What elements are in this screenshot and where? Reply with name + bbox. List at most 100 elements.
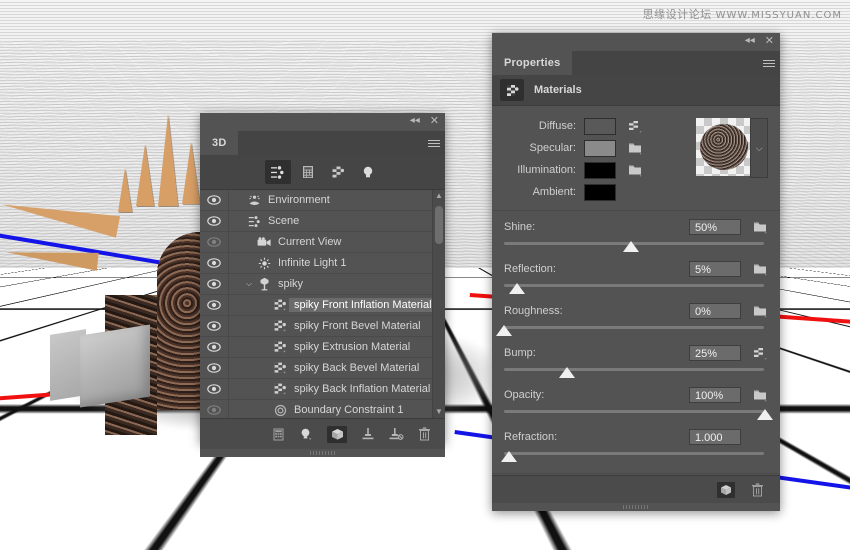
material-slider-value[interactable]: 50% — [689, 219, 741, 235]
scene-tree-row[interactable]: spiky Front Inflation Material — [200, 295, 445, 316]
material-slider-thumb[interactable] — [757, 409, 774, 420]
material-slider-thumb[interactable] — [509, 283, 526, 294]
material-slider-value[interactable]: 5% — [689, 261, 741, 277]
material-slider-track[interactable] — [504, 326, 764, 329]
scene-tree-row-body[interactable]: Infinite Light 1 — [229, 253, 445, 273]
folder-icon[interactable] — [753, 262, 768, 276]
render-icon[interactable] — [327, 425, 347, 443]
lights-filter-icon[interactable] — [355, 160, 381, 184]
material-slider-track[interactable] — [504, 368, 764, 371]
material-slider-track-wrap[interactable] — [496, 323, 768, 339]
visibility-toggle-icon[interactable] — [200, 253, 229, 273]
material-preview[interactable] — [696, 118, 751, 176]
scene-tree-row[interactable]: Environment — [200, 190, 445, 211]
scene-tree-row[interactable]: Boundary Constraint 1 — [200, 400, 445, 418]
scroll-up-arrow[interactable]: ▲ — [433, 190, 445, 202]
visibility-toggle-icon[interactable] — [200, 211, 229, 231]
material-slider-value[interactable]: 25% — [689, 345, 741, 361]
scene-tree-row-body[interactable]: Boundary Constraint 1 — [229, 400, 445, 418]
3d-tree-scrollbar[interactable]: ▲ ▼ — [432, 190, 445, 418]
panel-menu-icon[interactable] — [758, 51, 780, 75]
visibility-toggle-icon[interactable] — [200, 274, 229, 294]
properties-panel[interactable]: ◂◂ ✕ Properties Materials Diffuse: Specu… — [492, 33, 780, 511]
scene-tree-row[interactable]: ⌵ spiky — [200, 274, 445, 295]
material-preview-dropdown[interactable]: ⌵ — [750, 118, 768, 178]
material-slider-value[interactable]: 100% — [689, 387, 741, 403]
scene-filter-icon[interactable] — [264, 160, 291, 184]
3d-panel-resize-grip[interactable] — [200, 449, 445, 457]
delete-icon[interactable] — [751, 482, 764, 497]
material-slider-thumb[interactable] — [559, 367, 576, 378]
visibility-toggle-icon[interactable] — [200, 337, 229, 357]
scene-tree-row-body[interactable]: Current View — [229, 232, 445, 252]
scene-tree-row[interactable]: Scene — [200, 211, 445, 232]
collapse-icon[interactable]: ◂◂ — [745, 36, 755, 46]
scene-tree-row-body[interactable]: spiky Front Inflation Material — [229, 295, 445, 315]
scrollbar-thumb[interactable] — [435, 206, 443, 244]
material-preview-box[interactable]: ⌵ — [696, 118, 768, 178]
chevron-down-icon[interactable]: ⌵ — [243, 279, 255, 289]
new-light-icon[interactable] — [299, 427, 313, 441]
panel-menu-icon[interactable] — [423, 131, 445, 155]
material-slider-value[interactable]: 0% — [689, 303, 741, 319]
visibility-toggle-icon[interactable] — [200, 316, 229, 336]
material-color-swatch[interactable] — [584, 161, 616, 179]
visibility-toggle-icon[interactable] — [200, 295, 229, 315]
scene-tree-row-body[interactable]: Environment — [229, 190, 445, 210]
visibility-toggle-icon[interactable] — [200, 190, 229, 210]
remove-constraint-icon[interactable] — [389, 427, 404, 441]
material-slider-track-wrap[interactable] — [504, 365, 768, 381]
scene-tree-row[interactable]: spiky Extrusion Material — [200, 337, 445, 358]
material-slider-track[interactable] — [504, 410, 764, 413]
material-slider-track-wrap[interactable] — [501, 449, 768, 465]
material-slider-thumb[interactable] — [496, 325, 512, 336]
material-slider-thumb[interactable] — [501, 451, 518, 462]
tab-3d[interactable]: 3D — [200, 131, 239, 155]
texture-menu-icon[interactable] — [753, 346, 768, 360]
folder-icon[interactable] — [753, 388, 768, 402]
close-icon[interactable]: ✕ — [430, 116, 439, 127]
materials-filter-icon[interactable] — [325, 160, 351, 184]
material-slider-thumb[interactable] — [622, 241, 639, 252]
tab-properties[interactable]: Properties — [492, 51, 573, 75]
scene-tree-row[interactable]: Current View — [200, 232, 445, 253]
texture-menu-icon[interactable] — [628, 119, 643, 133]
scene-tree-row[interactable]: spiky Back Inflation Material — [200, 379, 445, 400]
material-color-swatch[interactable] — [584, 183, 616, 201]
new-mesh-icon[interactable] — [272, 428, 285, 441]
folder-icon[interactable] — [753, 304, 768, 318]
material-slider-track[interactable] — [504, 284, 764, 287]
scene-tree-row-body[interactable]: spiky Front Bevel Material — [229, 316, 445, 336]
material-slider-track-wrap[interactable] — [504, 281, 768, 297]
scene-tree-row-body[interactable]: spiky Back Inflation Material — [229, 379, 445, 399]
visibility-toggle-icon[interactable] — [200, 400, 229, 418]
material-slider-track[interactable] — [504, 452, 764, 455]
material-slider-track-wrap[interactable] — [504, 239, 768, 255]
scene-tree-row-body[interactable]: spiky Extrusion Material — [229, 337, 445, 357]
scroll-down-arrow[interactable]: ▼ — [433, 406, 445, 418]
scene-tree-row[interactable]: spiky Front Bevel Material — [200, 316, 445, 337]
close-icon[interactable]: ✕ — [765, 36, 774, 47]
scene-tree-row-body[interactable]: ⌵ spiky — [229, 274, 445, 294]
scene-tree-row[interactable]: Infinite Light 1 — [200, 253, 445, 274]
mesh-filter-icon[interactable] — [295, 160, 321, 184]
material-slider-track-wrap[interactable] — [504, 407, 774, 423]
properties-resize-grip[interactable] — [492, 503, 780, 511]
folder-icon[interactable] — [753, 220, 768, 234]
folder-icon[interactable] — [628, 141, 643, 155]
add-constraint-icon[interactable] — [361, 427, 375, 441]
material-slider-value[interactable]: 1.000 — [689, 429, 741, 445]
apply-material-icon[interactable] — [717, 481, 735, 498]
collapse-icon[interactable]: ◂◂ — [410, 116, 420, 126]
material-color-swatch[interactable] — [584, 117, 616, 135]
delete-icon[interactable] — [418, 427, 431, 441]
scene-tree-row[interactable]: spiky Back Bevel Material — [200, 358, 445, 379]
material-color-swatch[interactable] — [584, 139, 616, 157]
scene-tree-row-body[interactable]: Scene — [229, 211, 445, 231]
scene-tree-row-body[interactable]: spiky Back Bevel Material — [229, 358, 445, 378]
3d-scene-tree[interactable]: Environment Scene Current View Infinite Lig… — [200, 190, 445, 418]
visibility-toggle-icon[interactable] — [200, 358, 229, 378]
folder-icon[interactable] — [628, 163, 643, 177]
3d-panel[interactable]: ◂◂ ✕ 3D Environment Scene Current View I… — [200, 113, 445, 457]
visibility-toggle-icon[interactable] — [200, 379, 229, 399]
